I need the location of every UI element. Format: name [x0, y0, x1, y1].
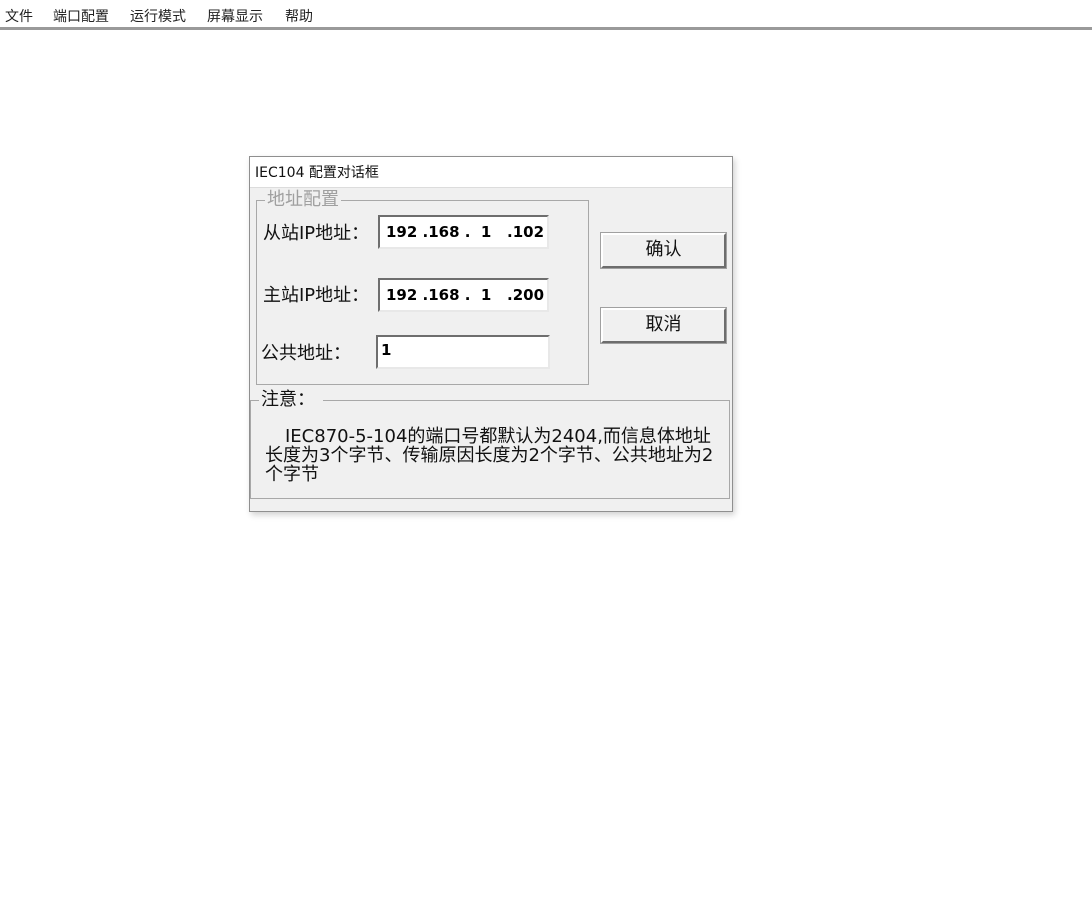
menu-file[interactable]: 文件	[5, 9, 33, 25]
common-address-field[interactable]: 1	[376, 335, 550, 369]
slave-ip-label: 从站IP地址：	[263, 223, 370, 244]
menu-help[interactable]: 帮助	[285, 9, 313, 25]
note-legend: 注意：	[259, 389, 323, 411]
slave-ip-field[interactable]: 192 .168 . 1 .102	[378, 215, 549, 249]
master-ip-field[interactable]: 192 .168 . 1 .200	[378, 278, 549, 312]
menu-bar: 文件 端口配置 运行模式 屏幕显示 帮助	[0, 0, 1092, 30]
dialog-titlebar[interactable]: IEC104 配置对话框	[250, 157, 732, 188]
menu-screen-display[interactable]: 屏幕显示	[207, 9, 263, 25]
iec104-config-dialog: IEC104 配置对话框 地址配置 从站IP地址： 192 .168 . 1 .…	[249, 156, 733, 512]
note-text: IEC870-5-104的端口号都默认为2404,而信息体地址长度为3个字节、传…	[265, 426, 714, 485]
master-ip-label: 主站IP地址：	[263, 285, 370, 306]
address-config-group: 地址配置 从站IP地址： 192 .168 . 1 .102 主站IP地址： 1…	[256, 189, 589, 385]
common-address-label: 公共地址：	[261, 343, 351, 364]
address-config-legend: 地址配置	[265, 189, 341, 211]
confirm-button[interactable]: 确认	[600, 232, 727, 269]
note-group: 注意： IEC870-5-104的端口号都默认为2404,而信息体地址长度为3个…	[250, 389, 730, 499]
menu-run-mode[interactable]: 运行模式	[130, 9, 186, 25]
cancel-button[interactable]: 取消	[600, 307, 727, 344]
menu-port-config[interactable]: 端口配置	[53, 9, 109, 25]
dialog-title: IEC104 配置对话框	[255, 165, 379, 181]
